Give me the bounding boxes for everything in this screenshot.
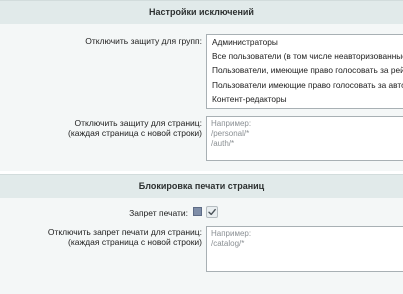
print-ban-label: Запрет печати: xyxy=(129,208,188,218)
exceptions-section-header: Настройки исключений xyxy=(0,0,403,25)
group-option-content-editors[interactable]: Контент-редакторы xyxy=(207,92,403,106)
exception-pages-label-line1: Отключить защиту для страниц: xyxy=(74,118,202,128)
checkmark-icon xyxy=(208,208,216,216)
print-section-title: Блокировка печати страниц xyxy=(138,181,265,191)
groups-label: Отключить защиту для групп: xyxy=(85,36,202,46)
exception-pages-textarea[interactable]: Например: /personal/* /auth/* xyxy=(206,116,403,161)
group-option-authority-voters[interactable]: Пользователи имеющие право голосовать за… xyxy=(207,78,403,92)
help-icon[interactable] xyxy=(193,207,202,216)
group-option-admins[interactable]: Администраторы xyxy=(207,35,403,49)
exception-pages-label: Отключить защиту для страниц: (каждая ст… xyxy=(2,118,202,138)
group-option-rating-voters[interactable]: Пользователи, имеющие право голосовать з… xyxy=(207,63,403,77)
groups-multiselect[interactable]: Администраторы Все пользователи (в том ч… xyxy=(206,34,403,109)
print-pages-textarea[interactable]: Например: /catalog/* xyxy=(206,226,403,272)
group-option-all-users[interactable]: Все пользователи (в том числе неавторизо… xyxy=(207,49,403,63)
settings-page: Настройки исключений Отключить защиту дл… xyxy=(0,0,403,294)
print-ban-checkbox[interactable] xyxy=(206,206,218,218)
print-pages-label-line2: (каждая страница с новой строки) xyxy=(68,237,202,247)
print-pages-label-line1: Отключить запрет печати для страниц: xyxy=(47,227,202,237)
print-section-header: Блокировка печати страниц xyxy=(0,174,403,199)
print-pages-label: Отключить запрет печати для страниц: (ка… xyxy=(2,227,202,247)
exception-pages-label-line2: (каждая страница с новой строки) xyxy=(68,128,202,138)
exceptions-section-title: Настройки исключений xyxy=(149,7,254,17)
